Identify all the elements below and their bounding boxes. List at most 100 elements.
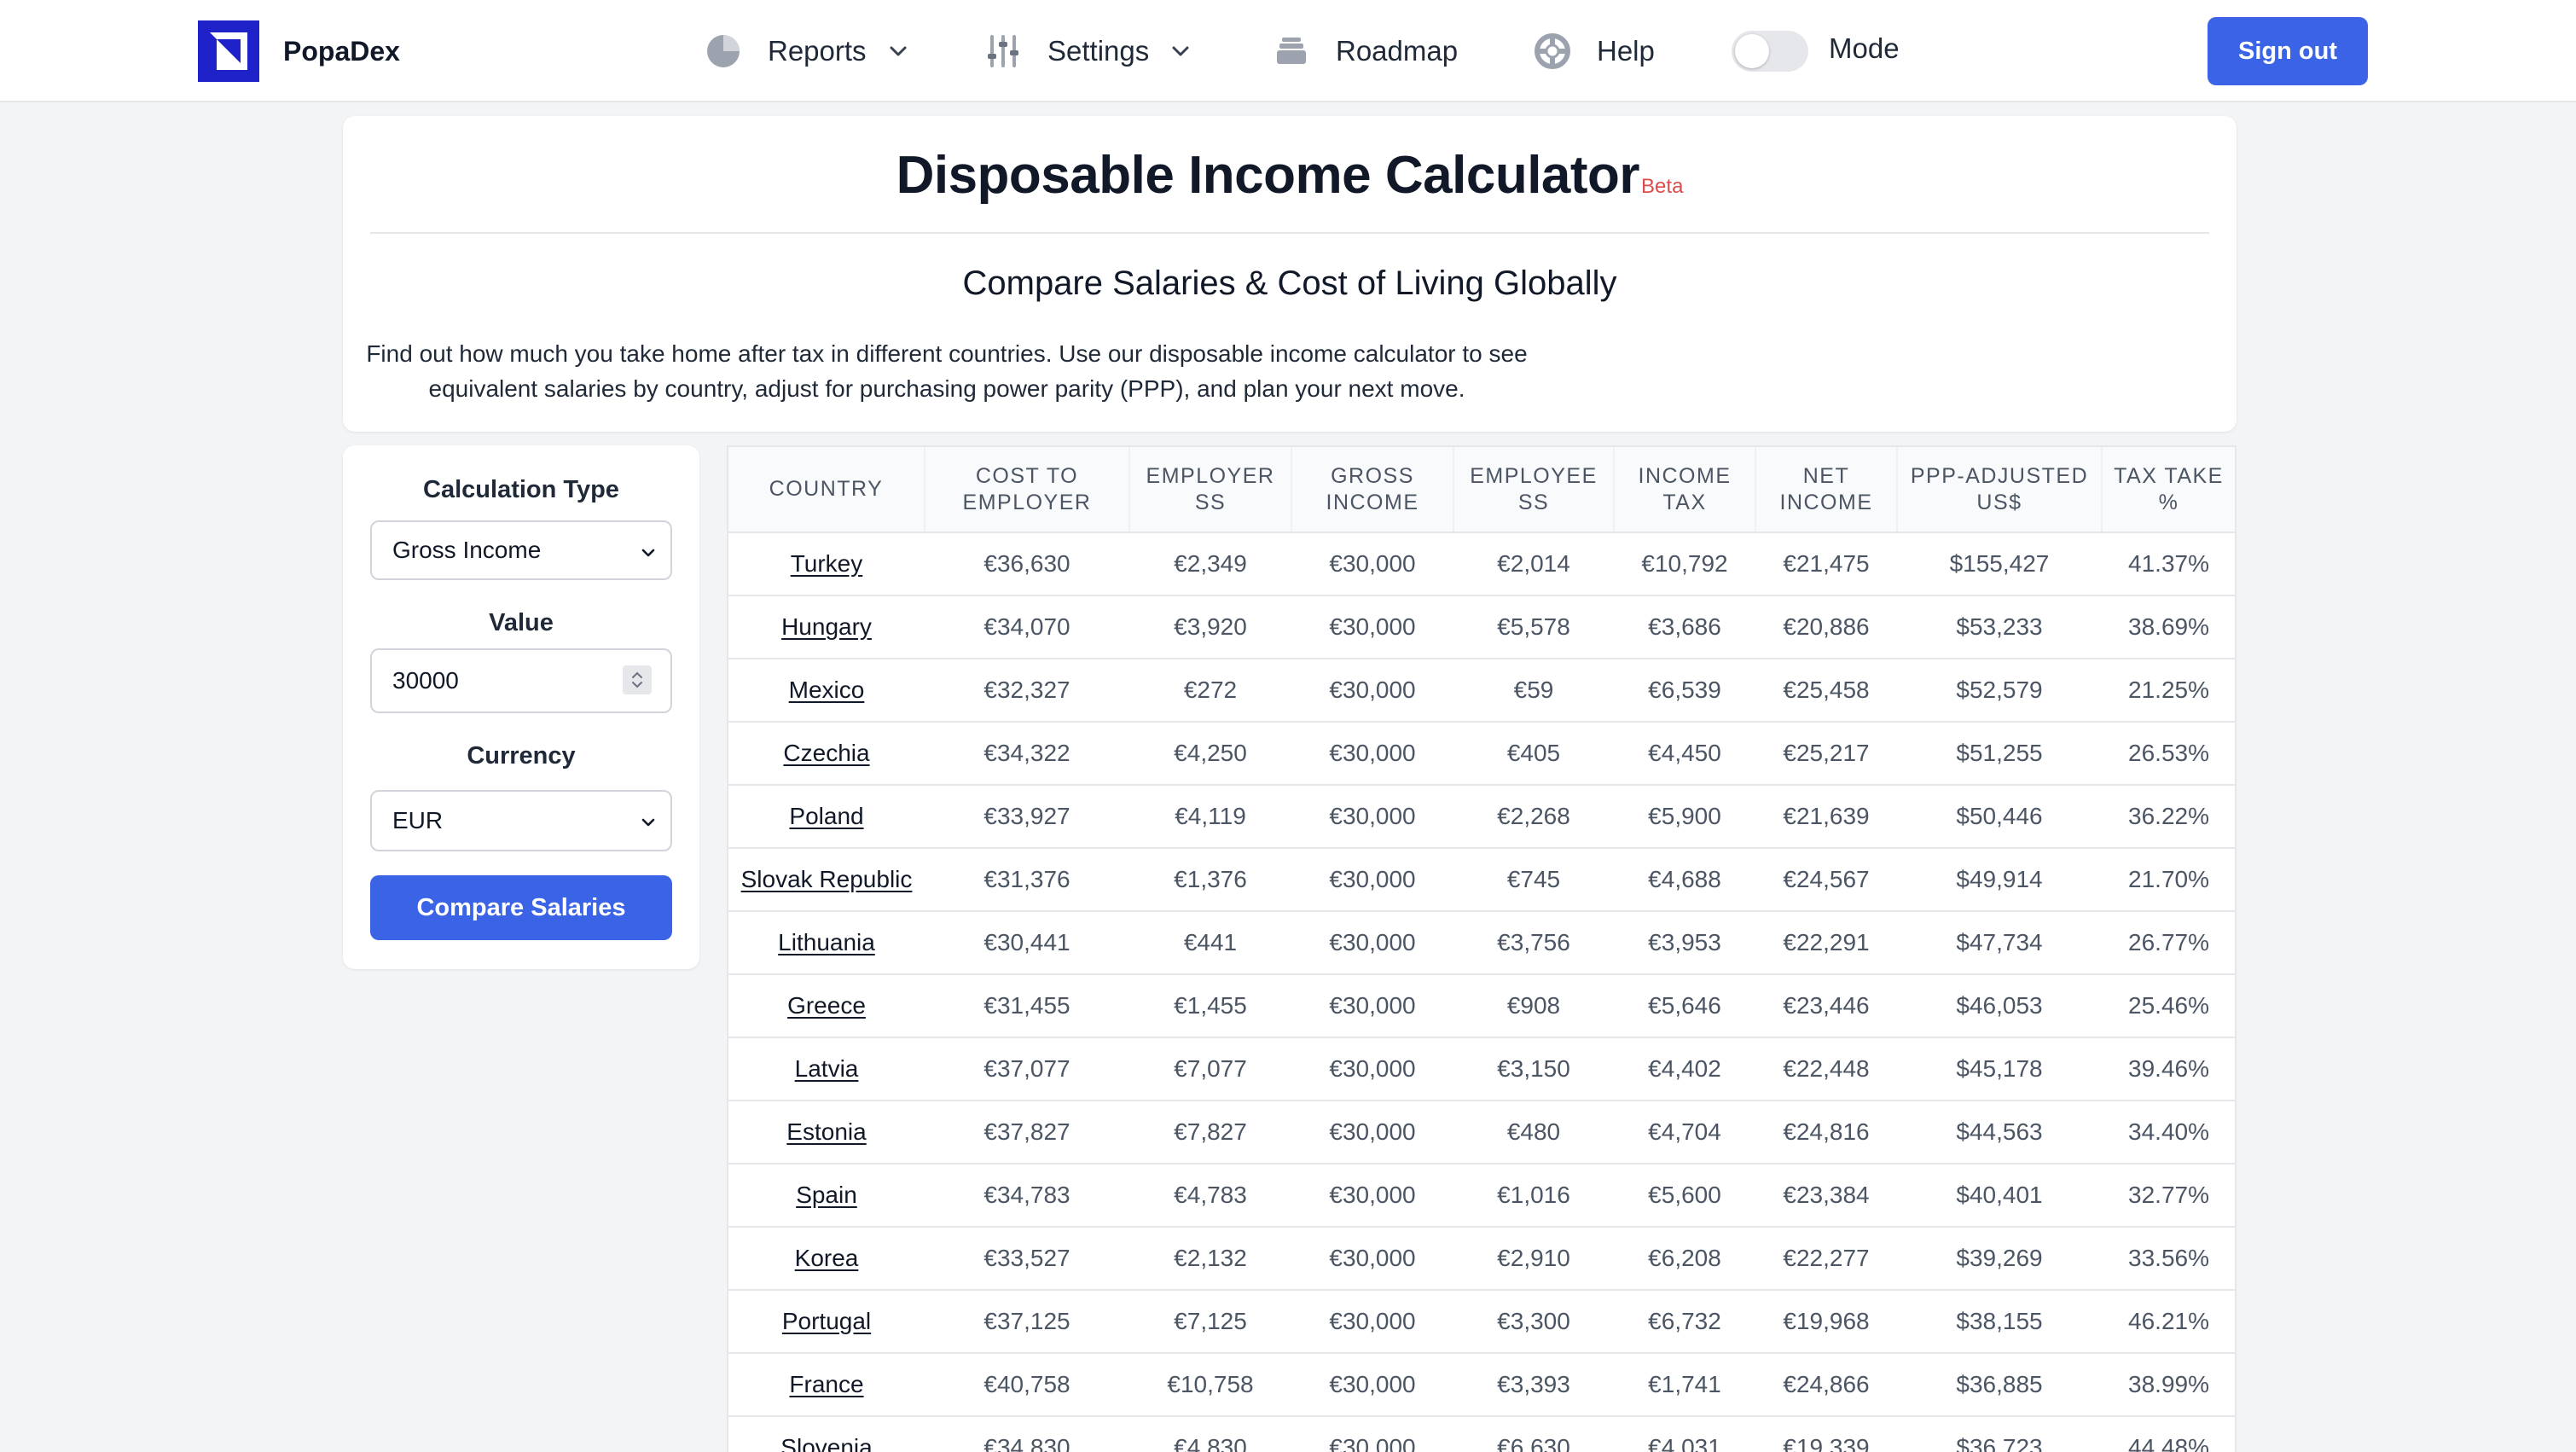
calculation-type-select[interactable]: Gross Income — [370, 520, 672, 580]
calculation-type-label: Calculation Type — [423, 476, 619, 503]
table-cell: €30,000 — [1329, 1118, 1416, 1145]
country-link[interactable]: Greece — [787, 992, 866, 1019]
table-cell: $52,579 — [1956, 677, 2043, 703]
country-link[interactable]: Korea — [795, 1245, 859, 1271]
table-cell: €33,527 — [983, 1245, 1070, 1271]
country-cell: Greece — [728, 974, 925, 1037]
country-link[interactable]: Mexico — [789, 677, 865, 703]
table-cell: 25.46% — [2128, 992, 2209, 1019]
country-link[interactable]: Slovak Republic — [741, 866, 913, 892]
table-cell: €30,000 — [1329, 677, 1416, 703]
chevron-down-icon — [641, 549, 655, 557]
country-cell: Spain — [728, 1164, 925, 1227]
nav-reports[interactable]: Reports — [705, 26, 909, 77]
table-cell: €21,639 — [1783, 803, 1870, 829]
table-cell: €272 — [1183, 677, 1238, 703]
table-cell: €1,741 — [1648, 1371, 1721, 1397]
table-cell: $155,427 — [1949, 550, 2050, 577]
table-cell: €19,339 — [1783, 1434, 1870, 1452]
table-cell: $36,723 — [1956, 1434, 2043, 1452]
column-header[interactable]: Cost to Employer — [925, 447, 1130, 533]
column-header[interactable]: Tax Take % — [2102, 447, 2235, 533]
country-link[interactable]: France — [789, 1371, 863, 1397]
nav-roadmap-label: Roadmap — [1336, 35, 1459, 67]
table-cell: €25,458 — [1783, 677, 1870, 703]
country-link[interactable]: Poland — [789, 803, 863, 829]
table-cell: 46.21% — [2128, 1308, 2209, 1334]
table-cell: €6,208 — [1648, 1245, 1721, 1271]
table-cell: €37,077 — [983, 1055, 1070, 1082]
table-cell: $51,255 — [1956, 740, 2043, 766]
country-link[interactable]: Czechia — [783, 740, 869, 766]
column-header[interactable]: Net Income — [1755, 447, 1898, 533]
table-cell: €2,268 — [1497, 803, 1570, 829]
value-input-text: 30000 — [392, 667, 459, 694]
table-cell: $38,155 — [1956, 1308, 2043, 1334]
country-link[interactable]: Latvia — [795, 1055, 859, 1082]
table-cell: €22,277 — [1783, 1245, 1870, 1271]
table-cell: $45,178 — [1956, 1055, 2043, 1082]
country-link[interactable]: Estonia — [786, 1118, 866, 1145]
calculator-form: Calculation Type Gross Income Value 3000… — [343, 445, 699, 969]
table-cell: €32,327 — [983, 677, 1070, 703]
table-cell: €4,830 — [1174, 1434, 1247, 1452]
nav-help-label: Help — [1597, 35, 1655, 67]
table-cell: €30,441 — [983, 929, 1070, 955]
table-cell: €34,830 — [983, 1434, 1070, 1452]
column-header[interactable]: Income Tax — [1614, 447, 1756, 533]
table-cell: €5,578 — [1497, 613, 1570, 640]
table-cell: €3,393 — [1497, 1371, 1570, 1397]
value-input[interactable]: 30000 — [370, 648, 672, 713]
table-cell: €1,376 — [1174, 866, 1247, 892]
country-link[interactable]: Lithuania — [778, 929, 875, 955]
column-header[interactable]: Employer SS — [1129, 447, 1292, 533]
country-link[interactable]: Hungary — [781, 613, 872, 640]
country-cell: Czechia — [728, 722, 925, 785]
sign-out-button[interactable]: Sign out — [2208, 17, 2368, 85]
table-cell: €441 — [1183, 929, 1238, 955]
table-cell: €30,000 — [1329, 740, 1416, 766]
table-cell: €6,539 — [1648, 677, 1721, 703]
compare-salaries-button[interactable]: Compare Salaries — [370, 875, 672, 940]
country-link[interactable]: Spain — [796, 1182, 857, 1208]
nav-reports-label: Reports — [768, 35, 867, 67]
nav-roadmap[interactable]: Roadmap — [1273, 26, 1458, 77]
country-link[interactable]: Slovenia — [780, 1434, 872, 1452]
country-cell: France — [728, 1353, 925, 1416]
number-stepper[interactable] — [623, 665, 652, 694]
table-cell: €19,968 — [1783, 1308, 1870, 1334]
table-cell: €4,783 — [1174, 1182, 1247, 1208]
table-cell: €30,000 — [1329, 1371, 1416, 1397]
table-cell: 39.46% — [2128, 1055, 2209, 1082]
column-header[interactable]: Employee SS — [1453, 447, 1615, 533]
column-header[interactable]: Country — [728, 447, 925, 533]
page-subtitle: Compare Salaries & Cost of Living Global… — [962, 264, 1617, 302]
table-cell: 21.25% — [2128, 677, 2209, 703]
table-cell: €1,455 — [1174, 992, 1247, 1019]
header-divider — [370, 232, 2209, 234]
column-header[interactable]: PPP-Adjusted US$ — [1897, 447, 2103, 533]
table-cell: €33,927 — [983, 803, 1070, 829]
table-cell: €7,125 — [1174, 1308, 1247, 1334]
column-header[interactable]: Gross Income — [1291, 447, 1454, 533]
page-title: Disposable Income Calculator — [896, 146, 1640, 205]
currency-value: EUR — [392, 807, 444, 833]
currency-label: Currency — [467, 742, 576, 770]
country-link[interactable]: Portugal — [782, 1308, 871, 1334]
nav-settings[interactable]: Settings — [984, 26, 1192, 77]
table-cell: 38.99% — [2128, 1371, 2209, 1397]
nav-help[interactable]: Help — [1534, 26, 1655, 77]
mode-toggle[interactable] — [1732, 31, 1808, 72]
chevron-down-icon — [890, 46, 907, 56]
currency-select[interactable]: EUR — [370, 790, 672, 851]
chevron-down-icon — [1172, 46, 1189, 56]
brand[interactable]: PopaDex — [198, 20, 400, 82]
table-cell: €20,886 — [1783, 613, 1870, 640]
table-cell: €480 — [1506, 1118, 1561, 1145]
table-cell: €7,077 — [1174, 1055, 1247, 1082]
country-link[interactable]: Turkey — [791, 550, 863, 577]
table-cell: €10,758 — [1167, 1371, 1254, 1397]
table-cell: €30,000 — [1329, 1245, 1416, 1271]
mode-toggle-knob — [1735, 34, 1769, 68]
table-cell: €24,816 — [1783, 1118, 1870, 1145]
